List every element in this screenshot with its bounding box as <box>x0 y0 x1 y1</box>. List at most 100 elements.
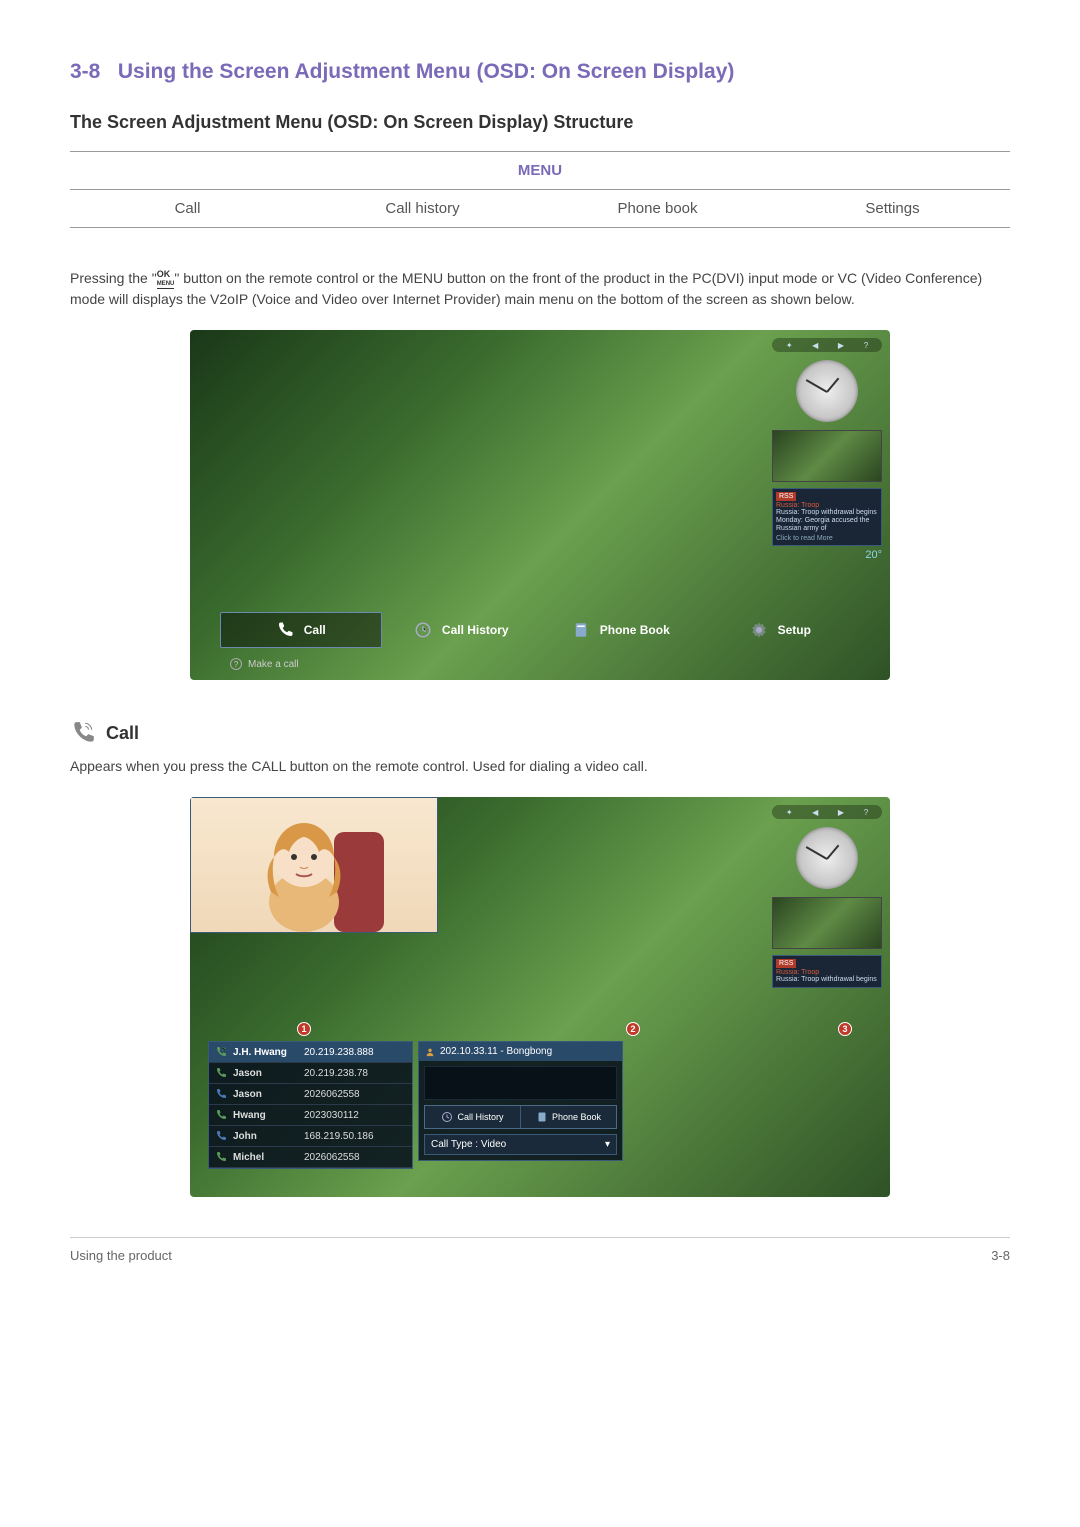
hint-bar: ? Make a call <box>230 658 299 670</box>
contact-row[interactable]: J.H. Hwang 20.219.238.888 <box>209 1042 412 1063</box>
call-type-label: Call Type : Video <box>431 1139 506 1150</box>
preview-thumbnail <box>772 430 882 482</box>
dial-header: 202.10.33.11 - Bongbong <box>419 1042 622 1061</box>
call-in-icon <box>215 1088 227 1100</box>
preview-thumbnail <box>772 897 882 949</box>
footer-right: 3-8 <box>991 1248 1010 1263</box>
contact-list-panel: J.H. Hwang 20.219.238.888 Jason 20.219.2… <box>208 1041 413 1169</box>
menu-col-history: Call history <box>305 190 540 228</box>
contact-name: Jason <box>233 1089 298 1100</box>
callout-badge-1: 1 <box>297 1022 311 1036</box>
rss-header: RSS <box>776 959 796 968</box>
menu-item-call[interactable]: Call <box>220 612 382 648</box>
weather-temp: 20° <box>772 549 882 561</box>
contact-name: J.H. Hwang <box>233 1047 298 1058</box>
contact-ip: 2026062558 <box>304 1089 406 1100</box>
menu-label-setup: Setup <box>778 623 811 637</box>
ok-bot: MENU <box>157 281 175 287</box>
call-screen-screenshot: ✦ ◀ ▶ ? RSS Russia: Troop Russia: Troop … <box>190 797 890 1197</box>
contact-ip: 168.219.50.186 <box>304 1131 406 1142</box>
call-history-button[interactable]: Call History <box>425 1106 521 1128</box>
call-section-desc: Appears when you press the CALL button o… <box>70 756 1010 777</box>
phone-icon <box>276 621 294 639</box>
mini-icon-prev[interactable]: ◀ <box>812 808 818 817</box>
body-text-post: " button on the remote control or the ME… <box>70 270 982 307</box>
avatar-illustration <box>244 802 384 932</box>
section-title-text: Using the Screen Adjustment Menu (OSD: O… <box>118 60 735 83</box>
rss-more-link[interactable]: Click to read More <box>776 535 878 542</box>
contact-row[interactable]: Michel 2026062558 <box>209 1147 412 1168</box>
call-type-select[interactable]: Call Type : Video ▾ <box>424 1134 617 1155</box>
footer-left: Using the product <box>70 1248 172 1263</box>
body-paragraph: Pressing the "OK MENU" button on the remo… <box>70 268 1010 310</box>
clock-widget <box>796 827 858 889</box>
mini-icon-1[interactable]: ✦ <box>786 341 793 350</box>
phone-icon <box>70 720 96 746</box>
menu-label-history: Call History <box>442 623 509 637</box>
clock-widget <box>796 360 858 422</box>
contact-name: Hwang <box>233 1110 298 1121</box>
person-icon <box>425 1047 435 1057</box>
contact-row[interactable]: Jason 2026062558 <box>209 1084 412 1105</box>
call-history-label: Call History <box>457 1112 503 1122</box>
call-out-icon <box>215 1109 227 1121</box>
rss-text: Russia: Troop withdrawal begins Monday: … <box>776 509 878 533</box>
rss-title: Russia: Troop <box>776 502 878 509</box>
section-title: 3-8 Using the Screen Adjustment Menu (OS… <box>70 60 1010 84</box>
dial-button-row: Call History Phone Book <box>424 1105 617 1129</box>
osd-main-menu-screenshot: ✦ ◀ ▶ ? RSS Russia: Troop Russia: Troop … <box>190 330 890 680</box>
contact-row[interactable]: Hwang 2023030112 <box>209 1105 412 1126</box>
call-in-icon <box>215 1130 227 1142</box>
call-heading-text: Call <box>106 723 139 744</box>
hint-text: Make a call <box>248 659 299 670</box>
rss-text: Russia: Troop withdrawal begins <box>776 976 878 984</box>
rss-header: RSS <box>776 492 796 501</box>
call-out-icon <box>215 1067 227 1079</box>
avatar-preview <box>190 797 438 933</box>
ok-top: OK <box>157 269 171 279</box>
contact-ip: 2026062558 <box>304 1152 406 1163</box>
gear-icon <box>750 621 768 639</box>
phone-book-label: Phone Book <box>552 1112 601 1122</box>
call-out-icon <box>215 1046 227 1058</box>
chevron-down-icon: ▾ <box>605 1139 610 1150</box>
call-out-icon <box>215 1151 227 1163</box>
help-icon: ? <box>230 658 242 670</box>
menu-col-call: Call <box>70 190 305 228</box>
osd-menu-bar: Call Call History Phone Book Setup <box>220 612 860 648</box>
mini-icon-next[interactable]: ▶ <box>838 808 844 817</box>
dial-panel: 202.10.33.11 - Bongbong Call History Pho… <box>418 1041 623 1161</box>
mini-toolbar: ✦ ◀ ▶ ? <box>772 338 882 352</box>
menu-col-phonebook: Phone book <box>540 190 775 228</box>
menu-col-settings: Settings <box>775 190 1010 228</box>
menu-table-header: MENU <box>70 152 1010 190</box>
mini-icon-help[interactable]: ? <box>864 808 868 817</box>
body-text-pre: Pressing the " <box>70 270 157 286</box>
call-section-heading: Call <box>70 720 1010 746</box>
dial-input[interactable] <box>424 1066 617 1100</box>
menu-item-history[interactable]: Call History <box>382 612 542 648</box>
page-footer: Using the product 3-8 <box>70 1237 1010 1263</box>
history-icon <box>414 621 432 639</box>
menu-item-phonebook[interactable]: Phone Book <box>541 612 701 648</box>
contact-row[interactable]: John 168.219.50.186 <box>209 1126 412 1147</box>
contact-row[interactable]: Jason 20.219.238.78 <box>209 1063 412 1084</box>
mini-icon-prev[interactable]: ◀ <box>812 341 818 350</box>
contact-name: John <box>233 1131 298 1142</box>
history-icon <box>441 1111 453 1123</box>
menu-label-phonebook: Phone Book <box>600 623 670 637</box>
contact-ip: 20.219.238.888 <box>304 1047 406 1058</box>
rss-widget: RSS Russia: Troop Russia: Troop withdraw… <box>772 955 882 988</box>
subsection-title: The Screen Adjustment Menu (OSD: On Scre… <box>70 112 1010 133</box>
mini-icon-next[interactable]: ▶ <box>838 341 844 350</box>
rss-widget: RSS Russia: Troop Russia: Troop withdraw… <box>772 488 882 546</box>
rss-title: Russia: Troop <box>776 969 878 976</box>
menu-item-setup[interactable]: Setup <box>701 612 861 648</box>
contact-name: Jason <box>233 1068 298 1079</box>
book-icon <box>536 1111 548 1123</box>
menu-label-call: Call <box>304 623 326 637</box>
mini-icon-1[interactable]: ✦ <box>786 808 793 817</box>
book-icon <box>572 621 590 639</box>
mini-icon-help[interactable]: ? <box>864 341 868 350</box>
phone-book-button[interactable]: Phone Book <box>521 1106 616 1128</box>
